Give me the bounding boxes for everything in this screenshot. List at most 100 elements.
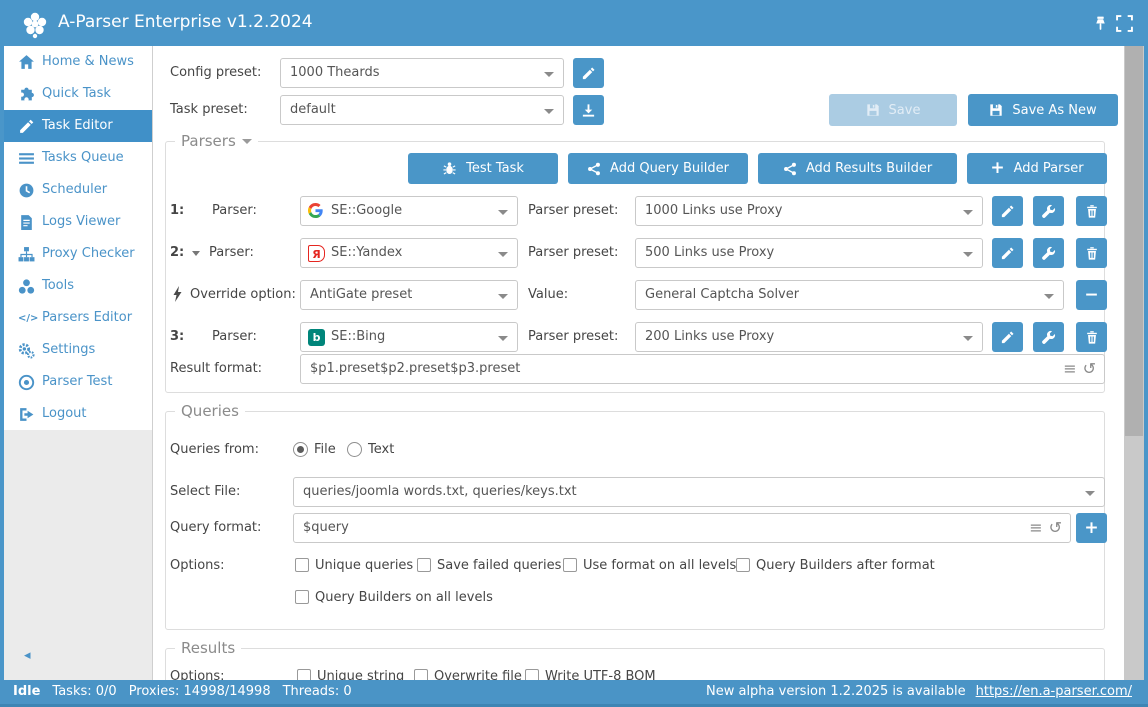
parser-options-wrench-button[interactable] (1033, 322, 1064, 352)
override-option-select[interactable]: AntiGate preset (300, 280, 518, 310)
config-preset-value: 1000 Theards (290, 65, 380, 80)
parser-preset-select-2[interactable]: 500 Links use Proxy (635, 238, 983, 268)
add-results-builder-button[interactable]: Add Results Builder (758, 153, 957, 184)
parser-value: SE::Google (331, 203, 402, 218)
parser-row-number: 2: (170, 245, 184, 260)
parser-options-wrench-button[interactable] (1033, 196, 1064, 226)
delete-parser-button[interactable] (1076, 196, 1107, 226)
sidebar-item-settings[interactable]: Settings (4, 334, 152, 366)
sidebar-item-scheduler[interactable]: Scheduler (4, 174, 152, 206)
edit-parser-preset-button[interactable] (992, 238, 1023, 268)
status-left: Idle Tasks: 0/0 Proxies: 14998/14998 Thr… (13, 684, 352, 699)
save-failed-queries-label: Save failed queries (437, 558, 561, 573)
load-task-preset-button[interactable] (573, 95, 604, 125)
chevron-down-icon (544, 109, 554, 114)
sidebar-item-label: Parsers Editor (42, 310, 132, 325)
add-query-builder-button[interactable]: Add Query Builder (568, 153, 748, 184)
status-bar: Idle Tasks: 0/0 Proxies: 14998/14998 Thr… (0, 680, 1148, 707)
add-query-format-button[interactable]: + (1076, 513, 1107, 543)
result-format-input[interactable]: $p1.preset$p2.preset$p3.preset ≡↺ (300, 354, 1105, 384)
query-format-input[interactable]: $query ≡↺ (293, 513, 1071, 543)
fullscreen-icon[interactable] (1116, 15, 1133, 32)
remove-override-button[interactable]: − (1076, 280, 1107, 310)
template-menu-icon[interactable]: ≡ (1063, 359, 1076, 378)
delete-parser-button[interactable] (1076, 322, 1107, 352)
update-available-text: New alpha version 1.2.2025 is available (706, 684, 966, 699)
select-file-label: Select File: (170, 484, 240, 499)
window-border-right (1144, 0, 1148, 707)
override-value-select[interactable]: General Captcha Solver (635, 280, 1064, 310)
status-tasks: Tasks: 0/0 (52, 684, 116, 699)
delete-parser-button[interactable] (1076, 238, 1107, 268)
undo-icon[interactable]: ↺ (1049, 518, 1062, 537)
parsers-legend[interactable]: Parsers (175, 132, 258, 150)
sidebar-item-quick-task[interactable]: Quick Task (4, 78, 152, 110)
query-builders-after-format-checkbox[interactable] (736, 558, 750, 572)
test-task-button[interactable]: Test Task (408, 153, 558, 184)
sidebar-item-label: Logout (42, 406, 87, 421)
sidebar-item-task-editor[interactable]: Task Editor (4, 110, 152, 142)
chevron-down-icon (1085, 491, 1095, 496)
parser-value: SE::Yandex (331, 245, 402, 260)
select-file-select[interactable]: queries/joomla words.txt, queries/keys.t… (293, 477, 1105, 507)
edit-parser-preset-button[interactable] (992, 196, 1023, 226)
vertical-scrollbar[interactable] (1124, 46, 1144, 680)
task-preset-select[interactable]: default (280, 95, 564, 125)
query-builders-all-levels-label: Query Builders on all levels (315, 590, 493, 605)
bug-icon (442, 161, 457, 176)
queries-legend[interactable]: Queries (175, 402, 245, 420)
save-failed-queries-checkbox[interactable] (417, 558, 431, 572)
sidebar-item-tasks-queue[interactable]: Tasks Queue (4, 142, 152, 174)
chevron-down-icon (963, 336, 973, 341)
scrollbar-thumb[interactable] (1125, 46, 1143, 436)
sidebar-item-proxy-checker[interactable]: Proxy Checker (4, 238, 152, 270)
code-icon: </> (18, 310, 35, 327)
template-menu-icon[interactable]: ≡ (1029, 518, 1042, 537)
edit-parser-preset-button[interactable] (992, 322, 1023, 352)
parser-preset-select-1[interactable]: 1000 Links use Proxy (635, 196, 983, 226)
save-as-new-button[interactable]: Save As New (968, 94, 1118, 126)
a-parser-logo-icon (18, 7, 52, 41)
pin-icon[interactable] (1092, 15, 1109, 32)
query-builders-all-levels-checkbox[interactable] (295, 590, 309, 604)
query-builders-after-format-label: Query Builders after format (756, 558, 935, 573)
parser-preset-value: 500 Links use Proxy (645, 245, 774, 260)
sidebar-menu: Home & News Quick Task Task Editor Tasks… (4, 46, 152, 430)
update-link[interactable]: https://en.a-parser.com/ (976, 684, 1132, 699)
sidebar-item-tools[interactable]: Tools (4, 270, 152, 302)
save-button-label: Save (889, 103, 921, 118)
save-button[interactable]: Save (829, 94, 957, 126)
parser-select-1[interactable]: SE::Google (300, 196, 518, 226)
share-icon (783, 162, 797, 176)
sidebar-item-logs-viewer[interactable]: Logs Viewer (4, 206, 152, 238)
parser-preset-select-3[interactable]: 200 Links use Proxy (635, 322, 983, 352)
sidebar-collapse-icon[interactable]: ◂ (24, 648, 31, 663)
sidebar-item-parser-test[interactable]: Parser Test (4, 366, 152, 398)
unique-queries-checkbox[interactable] (295, 558, 309, 572)
override-option-value: AntiGate preset (310, 287, 412, 302)
list-icon (18, 150, 35, 167)
edit-config-preset-button[interactable] (573, 58, 604, 88)
chevron-down-icon (498, 336, 508, 341)
use-format-all-levels-checkbox[interactable] (563, 558, 577, 572)
sidebar-item-logout[interactable]: Logout (4, 398, 152, 430)
queries-from-text-radio[interactable] (347, 442, 362, 457)
sidebar-item-label: Scheduler (42, 182, 107, 197)
parser-preset-label: Parser preset: (528, 245, 618, 260)
parser-options-wrench-button[interactable] (1033, 238, 1064, 268)
save-as-new-button-label: Save As New (1012, 103, 1096, 118)
parser-preset-label: Parser preset: (528, 203, 618, 218)
sidebar-item-label: Parser Test (42, 374, 112, 389)
sidebar-item-parsers-editor[interactable]: </> Parsers Editor (4, 302, 152, 334)
sidebar-item-label: Logs Viewer (42, 214, 120, 229)
undo-icon[interactable]: ↺ (1083, 359, 1096, 378)
queries-from-file-radio[interactable] (293, 442, 308, 457)
parser-select-3[interactable]: b SE::Bing (300, 322, 518, 352)
home-icon (18, 54, 35, 71)
collapse-row-icon[interactable] (192, 251, 200, 256)
sidebar-item-home-news[interactable]: Home & News (4, 46, 152, 78)
results-legend[interactable]: Results (175, 639, 241, 657)
parser-select-2[interactable]: Я SE::Yandex (300, 238, 518, 268)
config-preset-select[interactable]: 1000 Theards (280, 58, 564, 88)
add-parser-button[interactable]: + Add Parser (967, 153, 1107, 184)
